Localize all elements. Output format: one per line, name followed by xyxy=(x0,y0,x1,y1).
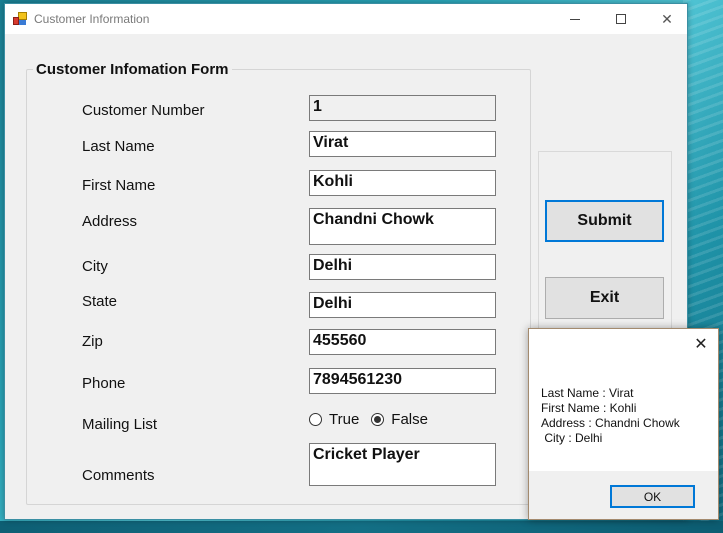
label-last-name: Last Name xyxy=(82,138,155,155)
title-bar[interactable]: Customer Information ✕ xyxy=(5,4,687,34)
mailing-list-radio-group: True False xyxy=(309,411,440,428)
desktop-background-strip xyxy=(0,521,723,533)
address-field[interactable]: Chandni Chowk xyxy=(309,208,496,245)
button-panel xyxy=(538,151,672,351)
message-box-close-button[interactable]: ✕ xyxy=(692,335,710,353)
phone-field[interactable]: 7894561230 xyxy=(309,368,496,394)
label-zip: Zip xyxy=(82,333,103,350)
radio-false-circle[interactable] xyxy=(371,413,385,426)
submit-button[interactable]: Submit xyxy=(545,200,664,242)
close-icon: ✕ xyxy=(661,10,673,27)
last-name-field[interactable]: Virat xyxy=(309,131,496,157)
app-icon xyxy=(13,12,27,26)
comments-field[interactable]: Cricket Player xyxy=(309,443,496,486)
label-address: Address xyxy=(82,213,138,230)
zip-field[interactable]: 455560 xyxy=(309,329,496,355)
label-customer-number: Customer Number xyxy=(82,102,205,119)
state-field[interactable]: Delhi xyxy=(309,292,496,318)
customer-number-field[interactable]: 1 xyxy=(309,95,496,121)
label-mailing-list: Mailing List xyxy=(82,416,158,433)
first-name-field[interactable]: Kohli xyxy=(309,170,496,196)
close-button[interactable]: ✕ xyxy=(644,4,690,34)
message-box-dialog: ✕ Last Name : Virat First Name : Kohli A… xyxy=(528,328,719,520)
exit-button[interactable]: Exit xyxy=(545,277,664,319)
close-icon: ✕ xyxy=(694,336,708,353)
label-city: City xyxy=(82,258,108,275)
label-first-name: First Name xyxy=(82,177,156,194)
maximize-button[interactable] xyxy=(598,4,644,34)
radio-false[interactable]: False xyxy=(371,411,428,428)
radio-true[interactable]: True xyxy=(309,411,359,428)
radio-true-label[interactable]: True xyxy=(329,411,359,428)
window-title: Customer Information xyxy=(34,12,150,26)
ok-button[interactable]: OK xyxy=(610,485,695,508)
minimize-icon xyxy=(570,18,580,20)
group-title: Customer Infomation Form xyxy=(33,61,232,78)
message-box-text: Last Name : Virat First Name : Kohli Add… xyxy=(541,386,680,445)
label-comments: Comments xyxy=(82,467,155,484)
city-field[interactable]: Delhi xyxy=(309,254,496,280)
label-state: State xyxy=(82,293,118,310)
minimize-button[interactable] xyxy=(552,4,598,34)
radio-true-circle[interactable] xyxy=(309,413,322,426)
label-phone: Phone xyxy=(82,375,126,392)
maximize-icon xyxy=(616,14,626,24)
radio-false-label[interactable]: False xyxy=(391,411,428,428)
